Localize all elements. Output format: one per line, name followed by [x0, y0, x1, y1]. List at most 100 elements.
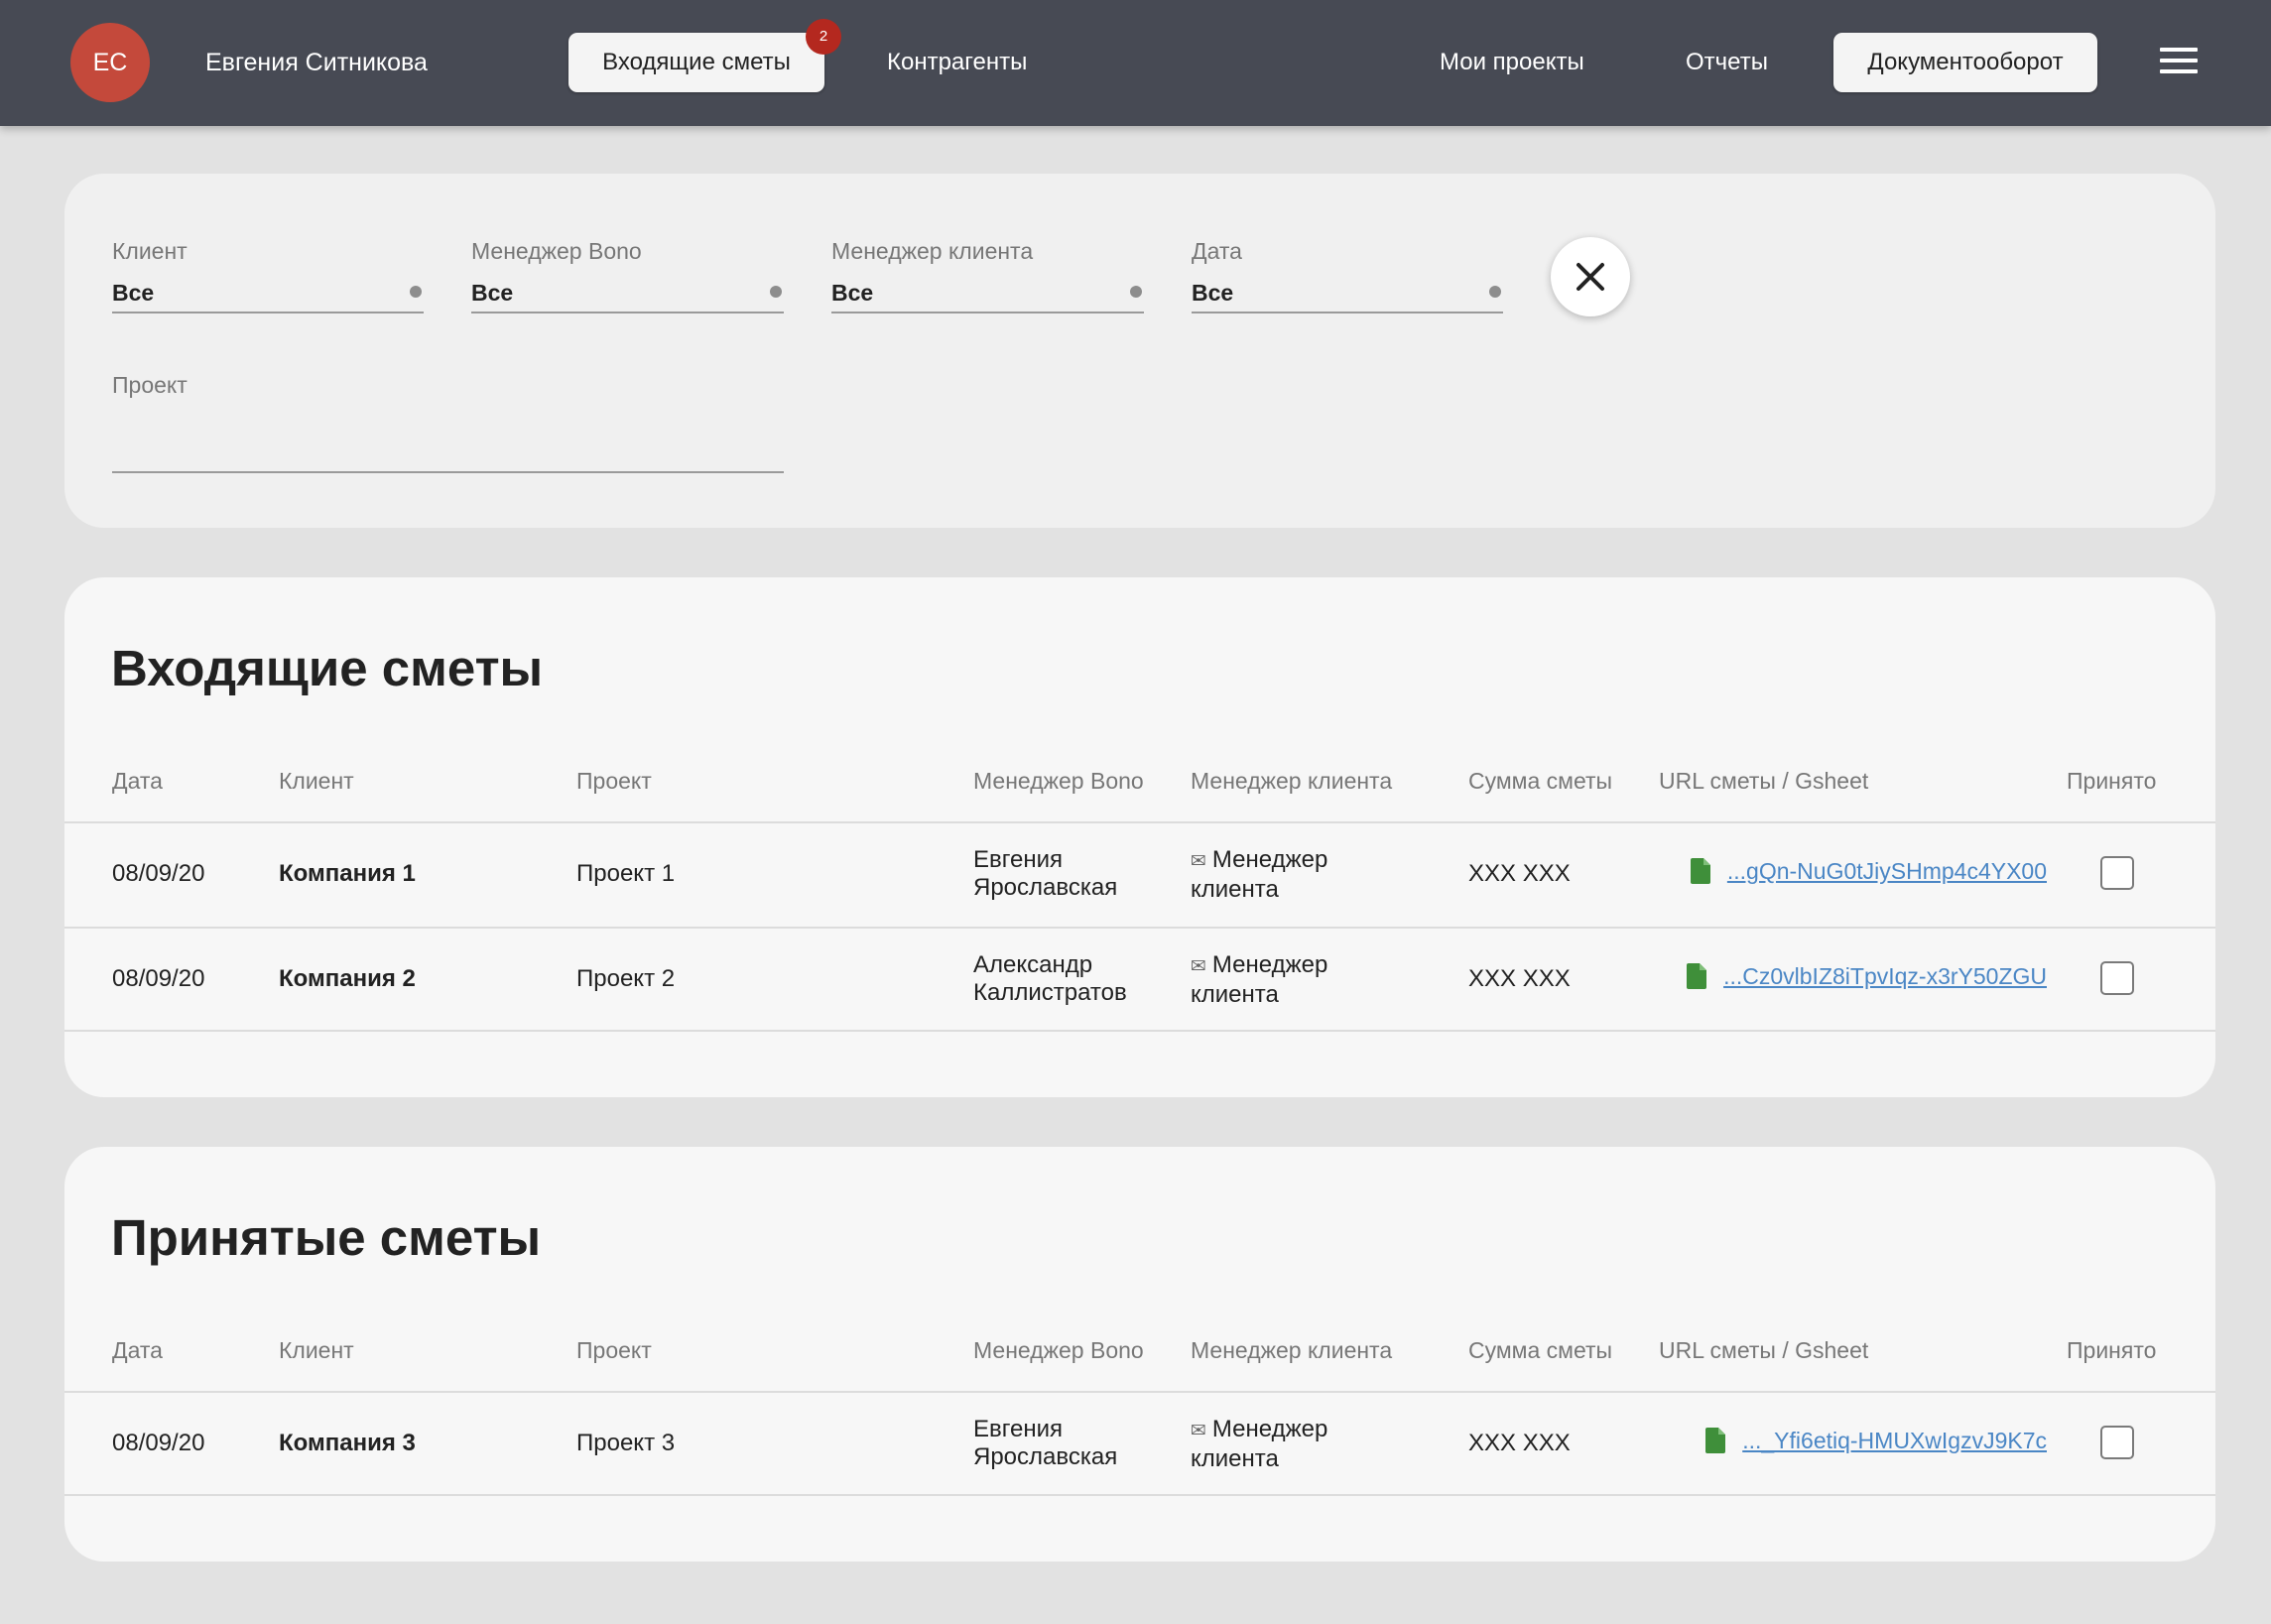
user-name: Евгения Ситникова — [205, 49, 428, 76]
accepted-estimates-panel: Принятые сметы Дата Клиент Проект Менедж… — [64, 1147, 2215, 1562]
filter-project-label: Проект — [112, 372, 188, 398]
filter-date-select[interactable]: Все — [1192, 278, 1503, 313]
hamburger-icon[interactable] — [2160, 48, 2198, 77]
estimate-url-link[interactable]: ...Cz0vlbIZ8iTpvIqz-x3rY50ZGU — [1723, 963, 2047, 990]
mail-icon[interactable]: ✉ — [1191, 851, 1206, 872]
manager-client-line1: Менеджер — [1211, 1416, 1328, 1442]
col-url: URL сметы / Gsheet — [1659, 768, 1869, 794]
incoming-estimates-panel: Входящие сметы Дата Клиент Проект Менедж… — [64, 577, 2215, 1097]
col-date: Дата — [112, 768, 163, 794]
col-manager-client: Менеджер клиента — [1191, 768, 1393, 794]
accepted-title: Принятые сметы — [111, 1209, 542, 1266]
cell-url: ..._Yfi6etiq-HMUXwIgzvJ9K7c — [1659, 1426, 2047, 1455]
cell-sum: XXX XXX — [1468, 965, 1571, 992]
filter-date: Дата Все — [1192, 236, 1503, 313]
cell-date: 08/09/20 — [112, 965, 205, 992]
filter-manager-bono-label: Менеджер Bono — [471, 238, 642, 264]
filter-project: Проект — [112, 370, 784, 473]
cell-url: ...Cz0vlbIZ8iTpvIqz-x3rY50ZGU — [1659, 961, 2047, 991]
cell-manager-bono: Евгения Ярославская — [973, 846, 1117, 902]
col-sum: Сумма сметы — [1468, 1337, 1613, 1363]
nav-incoming-label: Входящие сметы — [602, 49, 791, 75]
filter-date-label: Дата — [1192, 238, 1242, 264]
nav-contractors[interactable]: Контрагенты — [887, 33, 1027, 92]
filter-manager-client-select[interactable]: Все — [831, 278, 1144, 313]
col-manager-bono: Менеджер Bono — [973, 1337, 1144, 1363]
filter-client-value: Все — [112, 280, 155, 306]
accepted-checkbox[interactable] — [2100, 961, 2134, 995]
cell-project: Проект 1 — [576, 860, 676, 887]
filter-manager-bono-value: Все — [471, 280, 514, 306]
nav-reports[interactable]: Отчеты — [1686, 33, 1768, 92]
manager-client-line1: Менеджер — [1211, 846, 1328, 873]
col-client: Клиент — [279, 1337, 354, 1363]
cell-sum: XXX XXX — [1468, 860, 1571, 887]
cell-date: 08/09/20 — [112, 860, 205, 887]
cell-sum: XXX XXX — [1468, 1430, 1571, 1456]
manager-bono-line1: Евгения — [973, 846, 1063, 873]
accepted-checkbox[interactable] — [2100, 1426, 2134, 1459]
cell-manager-bono: Евгения Ярославская — [973, 1416, 1117, 1471]
manager-bono-line1: Александр — [973, 951, 1093, 978]
filter-project-input[interactable] — [112, 412, 784, 473]
estimate-url-link[interactable]: ...gQn-NuG0tJiySHmp4c4YX00 — [1727, 858, 2047, 885]
estimate-url-link[interactable]: ..._Yfi6etiq-HMUXwIgzvJ9K7c — [1742, 1428, 2047, 1454]
filters-panel: Клиент Все Менеджер Bono Все Менеджер кл… — [64, 174, 2215, 528]
cell-url: ...gQn-NuG0tJiySHmp4c4YX00 — [1659, 856, 2047, 886]
manager-client-line2: клиента — [1191, 981, 1279, 1008]
top-navbar: ЕС Евгения Ситникова Входящие сметы 2 Ко… — [0, 0, 2271, 126]
spreadsheet-file-icon — [1705, 1428, 1726, 1453]
cell-manager-client: ✉ Менеджер клиента — [1191, 1416, 1327, 1473]
col-accepted: Принято — [2067, 1337, 2157, 1363]
incoming-title: Входящие сметы — [111, 640, 544, 696]
cell-project: Проект 3 — [576, 1430, 676, 1456]
filter-manager-client: Менеджер клиента Все — [831, 236, 1144, 313]
avatar[interactable]: ЕС — [70, 23, 150, 102]
close-icon — [1577, 263, 1604, 291]
col-project: Проект — [576, 768, 652, 794]
col-project: Проект — [576, 1337, 652, 1363]
col-accepted: Принято — [2067, 768, 2157, 794]
filter-client-select[interactable]: Все — [112, 278, 424, 313]
filter-client: Клиент Все — [112, 236, 424, 313]
cell-project: Проект 2 — [576, 965, 676, 992]
nav-my-projects[interactable]: Мои проекты — [1440, 33, 1584, 92]
dropdown-indicator-icon — [1489, 286, 1501, 298]
filter-manager-bono-select[interactable]: Все — [471, 278, 784, 313]
cell-client: Компания 3 — [279, 1430, 416, 1456]
cell-client: Компания 1 — [279, 860, 416, 887]
table-row: 08/09/20 Компания 1 Проект 1 Евгения Яро… — [64, 821, 2215, 927]
mail-icon[interactable]: ✉ — [1191, 956, 1206, 977]
filter-manager-bono: Менеджер Bono Все — [471, 236, 784, 313]
mail-icon[interactable]: ✉ — [1191, 1421, 1206, 1441]
manager-bono-line2: Каллистратов — [973, 979, 1127, 1006]
cell-date: 08/09/20 — [112, 1430, 205, 1456]
manager-bono-line2: Ярославская — [973, 874, 1118, 901]
cell-manager-client: ✉ Менеджер клиента — [1191, 846, 1327, 904]
col-manager-client: Менеджер клиента — [1191, 1337, 1393, 1363]
filter-manager-client-label: Менеджер клиента — [831, 238, 1034, 264]
table-row: 08/09/20 Компания 3 Проект 3 Евгения Яро… — [64, 1391, 2215, 1496]
dropdown-indicator-icon — [770, 286, 782, 298]
nav-documents[interactable]: Документооборот — [1833, 33, 2097, 92]
nav-incoming-estimates[interactable]: Входящие сметы 2 — [568, 19, 841, 92]
spreadsheet-file-icon — [1687, 963, 1707, 989]
manager-client-line2: клиента — [1191, 876, 1279, 903]
manager-bono-line2: Ярославская — [973, 1443, 1118, 1470]
filter-manager-client-value: Все — [831, 280, 874, 306]
col-sum: Сумма сметы — [1468, 768, 1613, 794]
col-url: URL сметы / Gsheet — [1659, 1337, 1869, 1363]
clear-filters-button[interactable] — [1551, 237, 1630, 316]
col-manager-bono: Менеджер Bono — [973, 768, 1144, 794]
manager-client-line2: клиента — [1191, 1445, 1279, 1472]
cell-manager-client: ✉ Менеджер клиента — [1191, 951, 1327, 1009]
accepted-checkbox[interactable] — [2100, 856, 2134, 890]
filter-date-value: Все — [1192, 280, 1234, 306]
filter-client-label: Клиент — [112, 238, 188, 264]
dropdown-indicator-icon — [410, 286, 422, 298]
notification-badge: 2 — [806, 19, 841, 55]
spreadsheet-file-icon — [1690, 858, 1710, 884]
col-client: Клиент — [279, 768, 354, 794]
dropdown-indicator-icon — [1130, 286, 1142, 298]
manager-bono-line1: Евгения — [973, 1416, 1063, 1442]
